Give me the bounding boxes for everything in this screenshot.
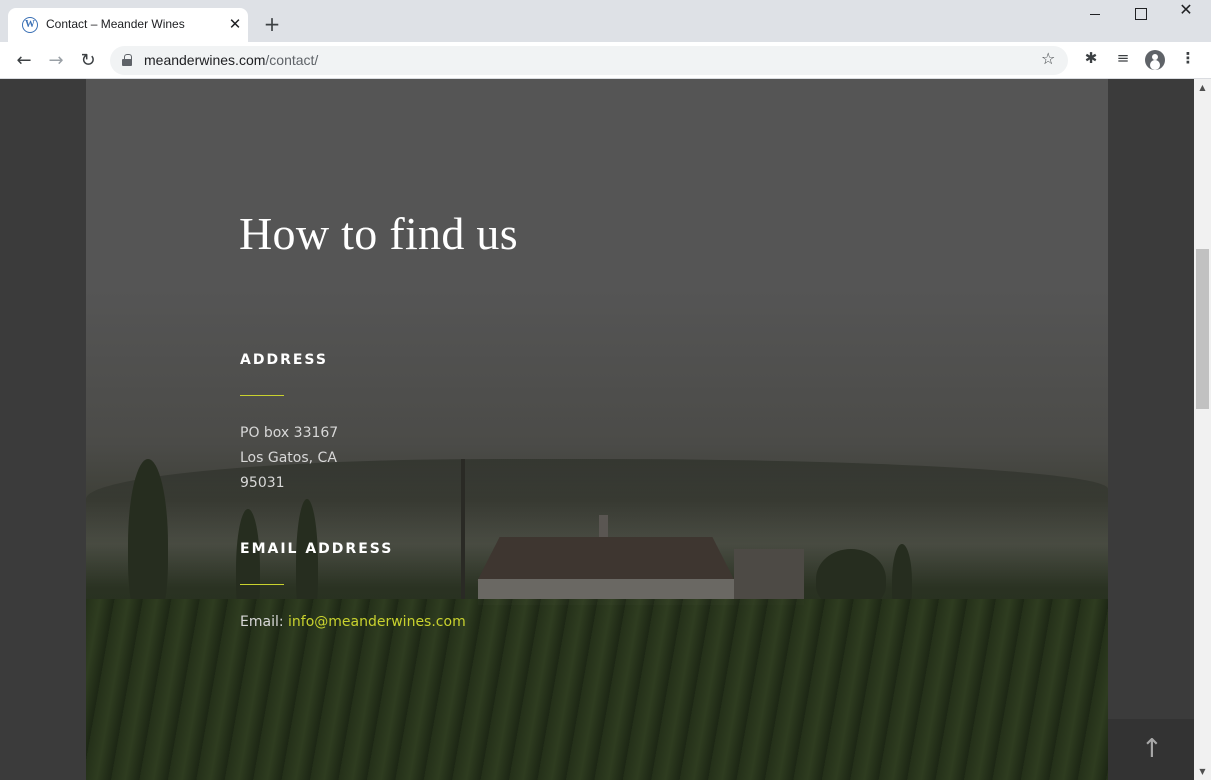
new-tab-button[interactable]: + bbox=[261, 13, 283, 35]
url-text[interactable]: meanderwines.com/contact/ bbox=[144, 52, 318, 68]
page-heading: How to find us bbox=[239, 208, 518, 259]
more-menu-icon[interactable]: ⋮ bbox=[1177, 49, 1199, 71]
scroll-to-top-button[interactable]: ↑ bbox=[1108, 719, 1194, 780]
close-tab-icon[interactable]: ✕ bbox=[226, 15, 244, 33]
address-line: 95031 bbox=[240, 475, 285, 491]
address-line: PO box 33167 bbox=[240, 425, 339, 441]
profile-avatar-icon[interactable] bbox=[1144, 49, 1166, 71]
email-prefix: Email: bbox=[240, 614, 284, 630]
address-bar[interactable]: meanderwines.com/contact/ ☆ bbox=[110, 46, 1068, 75]
contact-hero-panel: How to find us ADDRESS PO box 33167 Los … bbox=[86, 79, 1108, 780]
scroll-up-icon[interactable]: ▲ bbox=[1194, 79, 1211, 96]
page-viewport: How to find us ADDRESS PO box 33167 Los … bbox=[0, 79, 1194, 780]
scrollbar-thumb[interactable] bbox=[1196, 249, 1209, 409]
address-divider bbox=[240, 395, 284, 396]
email-divider bbox=[240, 584, 284, 585]
tab-strip: W Contact – Meander Wines ✕ + ✕ bbox=[0, 0, 1211, 42]
window-close-button[interactable]: ✕ bbox=[1163, 0, 1209, 30]
back-icon[interactable]: ← bbox=[11, 48, 37, 74]
tab-title: Contact – Meander Wines bbox=[46, 17, 185, 31]
address-line: Los Gatos, CA bbox=[240, 450, 337, 466]
lock-icon[interactable] bbox=[122, 54, 132, 66]
background-house-roof bbox=[477, 537, 735, 581]
background-chimney bbox=[599, 515, 608, 537]
arrow-up-icon: ↑ bbox=[1141, 734, 1163, 764]
background-house-annex bbox=[734, 549, 804, 605]
url-domain: meanderwines.com bbox=[144, 52, 266, 68]
email-label: EMAIL ADDRESS bbox=[240, 541, 394, 557]
address-label: ADDRESS bbox=[240, 352, 328, 368]
email-line: Email: info@meanderwines.com bbox=[240, 614, 466, 630]
page-scrollbar[interactable]: ▲ ▼ bbox=[1194, 79, 1211, 780]
extensions-icon[interactable]: ✱ bbox=[1080, 49, 1102, 71]
bookmark-star-icon[interactable]: ☆ bbox=[1041, 49, 1055, 68]
scroll-down-icon[interactable]: ▼ bbox=[1194, 763, 1211, 780]
reload-icon[interactable]: ↻ bbox=[75, 48, 101, 74]
wordpress-icon: W bbox=[22, 17, 38, 33]
forward-icon[interactable]: → bbox=[43, 48, 69, 74]
email-link[interactable]: info@meanderwines.com bbox=[288, 614, 466, 630]
media-control-icon[interactable]: ≡ bbox=[1112, 49, 1134, 71]
browser-toolbar: ← → ↻ meanderwines.com/contact/ ☆ ✱ ≡ ⋮ bbox=[0, 42, 1211, 79]
maximize-button[interactable] bbox=[1117, 0, 1163, 30]
url-path: /contact/ bbox=[265, 52, 319, 68]
background-pole bbox=[461, 459, 465, 609]
tab-contact[interactable]: W Contact – Meander Wines ✕ bbox=[8, 8, 248, 42]
minimize-button[interactable] bbox=[1072, 0, 1118, 30]
